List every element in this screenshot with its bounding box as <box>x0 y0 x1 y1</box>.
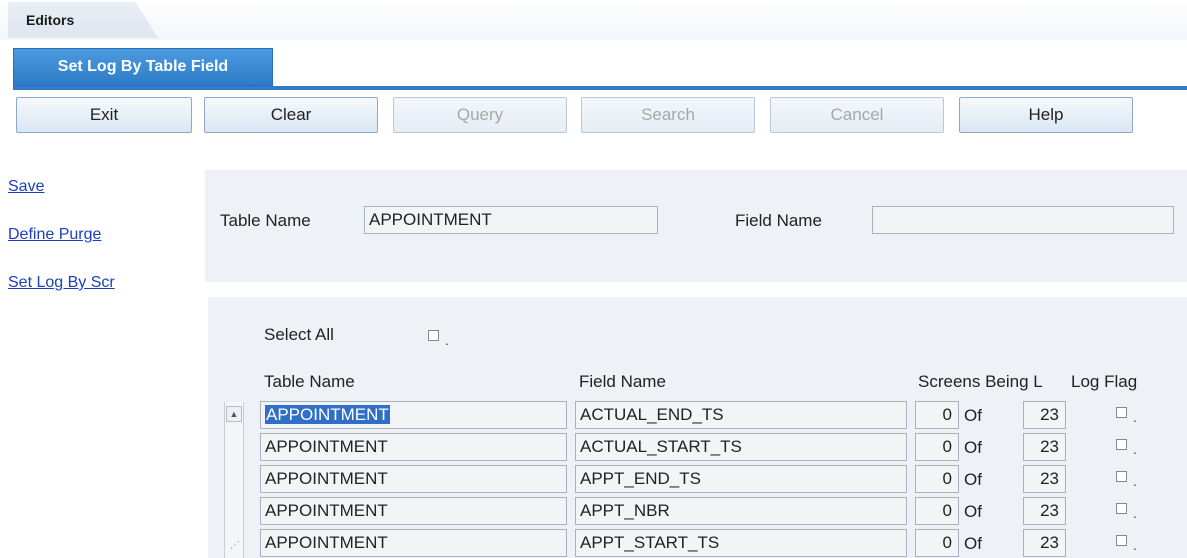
table-row-screens-count[interactable]: 0 <box>915 497 959 525</box>
table-row-field-name[interactable]: ACTUAL_END_TS <box>575 401 907 429</box>
editors-tab-label: Editors <box>26 12 75 28</box>
checkbox-dot: . <box>445 332 449 348</box>
scroll-up-arrow-icon[interactable]: ▲ <box>226 406 242 422</box>
table-row-screens-count[interactable]: 0 <box>915 401 959 429</box>
log-flag-checkbox[interactable] <box>1116 471 1127 482</box>
table-row-table-name[interactable]: APPOINTMENT <box>260 497 567 525</box>
field-name-input[interactable] <box>872 206 1174 234</box>
table-row-screens-count[interactable]: 0 <box>915 433 959 461</box>
checkbox-dot: . <box>1133 473 1137 489</box>
table-row-table-name[interactable]: APPOINTMENT <box>260 529 567 557</box>
grid-scrollbar[interactable]: ▲ ⋰ <box>224 402 244 558</box>
tab-set-log-by-table-field[interactable]: Set Log By Table Field <box>13 48 273 86</box>
table-row-table-name[interactable]: APPOINTMENT <box>260 433 567 461</box>
checkbox-dot: . <box>1133 409 1137 425</box>
table-row-field-name[interactable]: APPT_END_TS <box>575 465 907 493</box>
table-row-screens-total[interactable]: 23 <box>1023 401 1066 429</box>
log-flag-checkbox[interactable] <box>1116 535 1127 546</box>
column-header-field-name: Field Name <box>579 372 666 391</box>
query-button[interactable]: Query <box>393 97 567 133</box>
top-bar <box>0 0 1187 40</box>
table-row-field-name[interactable]: ACTUAL_START_TS <box>575 433 907 461</box>
column-header-table-name: Table Name <box>264 372 355 391</box>
table-row-table-name[interactable]: APPOINTMENT <box>260 465 567 493</box>
save-link[interactable]: Save <box>8 178 44 196</box>
of-label: Of <box>964 438 982 457</box>
of-label: Of <box>964 406 982 425</box>
table-name-label: Table Name <box>220 211 311 230</box>
checkbox-dot: . <box>1133 505 1137 521</box>
resize-grip-icon: ⋰ <box>230 540 240 551</box>
checkbox-dot: . <box>1133 537 1137 553</box>
column-header-log-flag: Log Flag <box>1071 372 1138 391</box>
column-header-screens: Screens Being L <box>918 372 1043 391</box>
clear-button[interactable]: Clear <box>204 97 378 133</box>
tab-underline <box>13 86 1187 90</box>
table-row-screens-total[interactable]: 23 <box>1023 465 1066 493</box>
search-button[interactable]: Search <box>581 97 755 133</box>
of-label: Of <box>964 502 982 521</box>
table-name-input[interactable]: APPOINTMENT <box>364 206 658 234</box>
select-all-checkbox[interactable] <box>428 330 439 341</box>
help-button[interactable]: Help <box>959 97 1133 133</box>
set-log-by-scr-link[interactable]: Set Log By Scr <box>8 274 115 292</box>
table-row-field-name[interactable]: APPT_START_TS <box>575 529 907 557</box>
log-flag-checkbox[interactable] <box>1116 407 1127 418</box>
table-row-field-name[interactable]: APPT_NBR <box>575 497 907 525</box>
of-label: Of <box>964 534 982 553</box>
table-row-screens-total[interactable]: 23 <box>1023 529 1066 557</box>
log-flag-checkbox[interactable] <box>1116 439 1127 450</box>
of-label: Of <box>964 470 982 489</box>
cancel-button[interactable]: Cancel <box>770 97 944 133</box>
log-flag-checkbox[interactable] <box>1116 503 1127 514</box>
checkbox-dot: . <box>1133 441 1137 457</box>
field-name-label: Field Name <box>735 211 822 230</box>
define-purge-link[interactable]: Define Purge <box>8 226 101 244</box>
table-row-screens-total[interactable]: 23 <box>1023 497 1066 525</box>
table-row-screens-total[interactable]: 23 <box>1023 433 1066 461</box>
select-all-label: Select All <box>264 325 334 344</box>
exit-button[interactable]: Exit <box>16 97 192 133</box>
table-row-screens-count[interactable]: 0 <box>915 465 959 493</box>
table-row-screens-count[interactable]: 0 <box>915 529 959 557</box>
table-row-table-name[interactable]: APPOINTMENT <box>260 401 567 429</box>
table-name-value: APPOINTMENT <box>265 405 390 424</box>
